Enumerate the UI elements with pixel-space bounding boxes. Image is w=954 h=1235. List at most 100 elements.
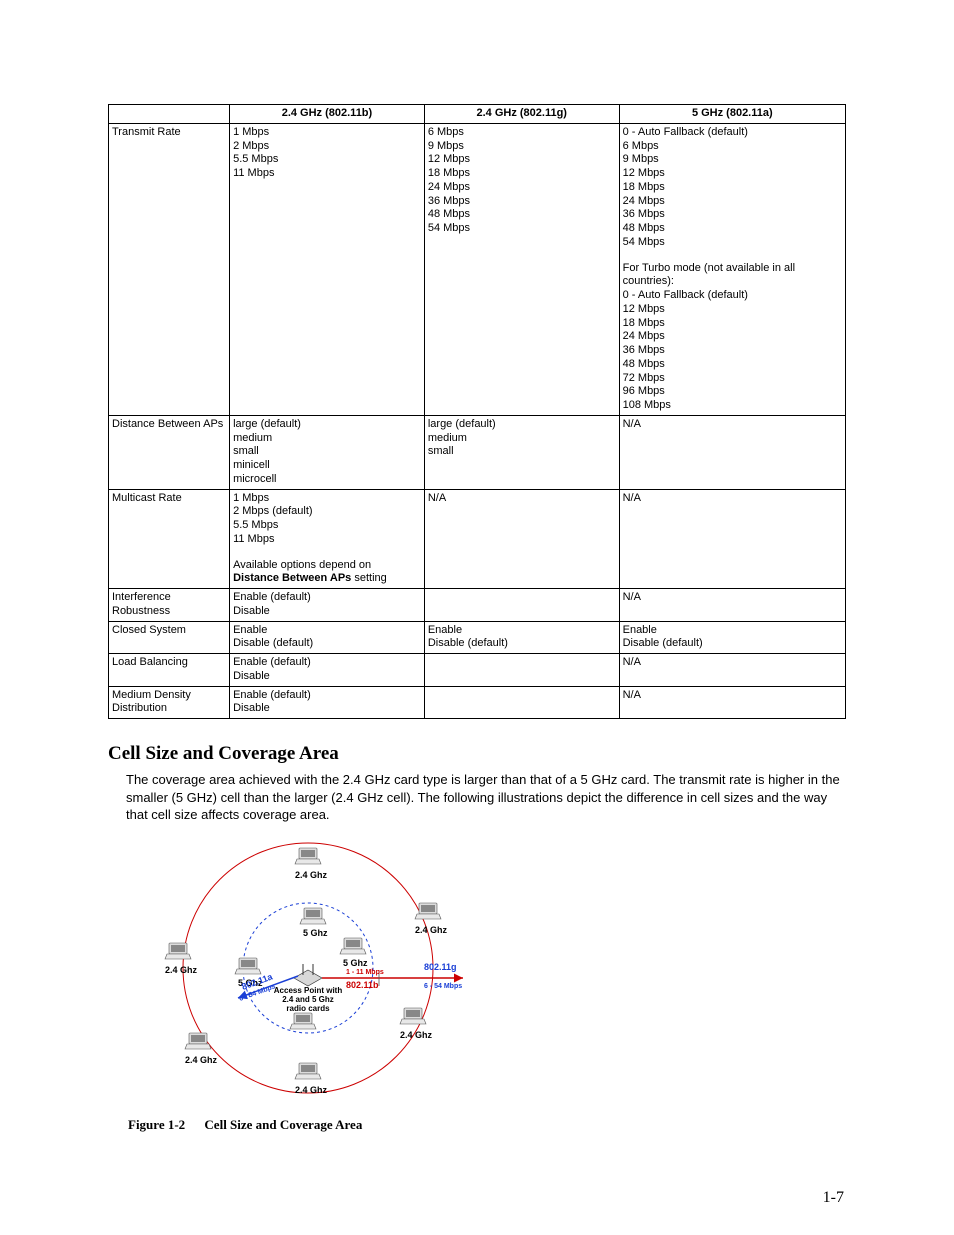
value: Disable bbox=[233, 670, 421, 684]
value: 6 Mbps bbox=[428, 126, 616, 140]
value: 54 Mbps bbox=[428, 222, 616, 236]
cell-11a: 0 - Auto Fallback (default) 6 Mbps 9 Mbp… bbox=[619, 123, 845, 415]
cell-11b: Enable (default) Disable bbox=[230, 589, 425, 622]
label-24ghz: 2.4 Ghz bbox=[295, 1085, 328, 1095]
value: 12 Mbps bbox=[623, 167, 842, 181]
value: 24 Mbps bbox=[428, 181, 616, 195]
value: Enable (default) bbox=[233, 656, 421, 670]
value: 1 Mbps bbox=[233, 126, 421, 140]
value: 48 Mbps bbox=[428, 208, 616, 222]
value: 24 Mbps bbox=[623, 195, 842, 209]
value: minicell bbox=[233, 459, 421, 473]
page-number: 1-7 bbox=[823, 1189, 844, 1207]
value: 48 Mbps bbox=[623, 358, 842, 372]
label-24ghz: 2.4 Ghz bbox=[295, 870, 328, 880]
row-label: Interference Robustness bbox=[109, 589, 230, 622]
value: 36 Mbps bbox=[623, 344, 842, 358]
value: 48 Mbps bbox=[623, 222, 842, 236]
label-802-11g-rate: 6 - 54 Mbps bbox=[424, 983, 462, 990]
table-header-row: 2.4 GHz (802.11b) 2.4 GHz (802.11g) 5 GH… bbox=[109, 105, 846, 124]
col-header-11g: 2.4 GHz (802.11g) bbox=[424, 105, 619, 124]
value: 0 - Auto Fallback (default) bbox=[623, 289, 842, 303]
value: 9 Mbps bbox=[428, 140, 616, 154]
value: 6 Mbps bbox=[623, 140, 842, 154]
label-5ghz: 5 Ghz bbox=[343, 958, 368, 968]
value: 5.5 Mbps bbox=[233, 153, 421, 167]
value: 2 Mbps (default) bbox=[233, 505, 421, 519]
figure-number: Figure 1-2 bbox=[128, 1117, 185, 1132]
cell-11a: N/A bbox=[619, 686, 845, 719]
label-802-11b-rate: 1 - 11 Mbps bbox=[346, 969, 384, 976]
spec-table: 2.4 GHz (802.11b) 2.4 GHz (802.11g) 5 GH… bbox=[108, 104, 846, 719]
figure-title: Cell Size and Coverage Area bbox=[204, 1117, 362, 1132]
value: 24 Mbps bbox=[623, 330, 842, 344]
label-24ghz: 2.4 Ghz bbox=[185, 1055, 218, 1065]
table-row: Multicast Rate 1 Mbps 2 Mbps (default) 5… bbox=[109, 489, 846, 589]
value: 2 Mbps bbox=[233, 140, 421, 154]
col-header-blank bbox=[109, 105, 230, 124]
cell-11g: Enable Disable (default) bbox=[424, 621, 619, 654]
value: microcell bbox=[233, 473, 421, 487]
cell-11g bbox=[424, 589, 619, 622]
value: 18 Mbps bbox=[428, 167, 616, 181]
table-row: Transmit Rate 1 Mbps 2 Mbps 5.5 Mbps 11 … bbox=[109, 123, 846, 415]
table-row: Closed System Enable Disable (default) E… bbox=[109, 621, 846, 654]
cell-11a: Enable Disable (default) bbox=[619, 621, 845, 654]
cell-11g bbox=[424, 686, 619, 719]
label-5ghz: 5 Ghz bbox=[303, 928, 328, 938]
cell-11b: 1 Mbps 2 Mbps 5.5 Mbps 11 Mbps bbox=[230, 123, 425, 415]
cell-11b: Enable (default) Disable bbox=[230, 686, 425, 719]
value: Enable (default) bbox=[233, 591, 421, 605]
table-row: Interference Robustness Enable (default)… bbox=[109, 589, 846, 622]
figure-caption: Figure 1-2 Cell Size and Coverage Area bbox=[128, 1117, 846, 1133]
value: 9 Mbps bbox=[623, 153, 842, 167]
value: 36 Mbps bbox=[428, 195, 616, 209]
note-plain: Available options depend on bbox=[233, 559, 371, 571]
value: Disable (default) bbox=[623, 637, 842, 651]
value: Disable bbox=[233, 702, 421, 716]
cell-11g: 6 Mbps 9 Mbps 12 Mbps 18 Mbps 24 Mbps 36… bbox=[424, 123, 619, 415]
label-802-11g: 802.11g bbox=[424, 962, 457, 972]
body-paragraph: The coverage area achieved with the 2.4 … bbox=[126, 771, 846, 824]
cell-11g bbox=[424, 654, 619, 687]
table-row: Medium Density Distribution Enable (defa… bbox=[109, 686, 846, 719]
table-row: Load Balancing Enable (default) Disable … bbox=[109, 654, 846, 687]
value: 1 Mbps bbox=[233, 492, 421, 506]
value: 11 Mbps bbox=[233, 533, 421, 547]
value: Enable (default) bbox=[233, 689, 421, 703]
figure-cell-coverage: 2.4 Ghz 2.4 Ghz 2.4 Ghz 2.4 Ghz 2.4 Ghz … bbox=[128, 838, 846, 1133]
row-label: Multicast Rate bbox=[109, 489, 230, 589]
section-heading: Cell Size and Coverage Area bbox=[108, 743, 846, 765]
multicast-note: Available options depend on Distance Bet… bbox=[233, 559, 421, 587]
cell-11a: N/A bbox=[619, 415, 845, 489]
label-ap-line2: 2.4 and 5 Ghz bbox=[282, 995, 334, 1004]
cell-11b: 1 Mbps 2 Mbps (default) 5.5 Mbps 11 Mbps… bbox=[230, 489, 425, 589]
col-header-11b: 2.4 GHz (802.11b) bbox=[230, 105, 425, 124]
value: Enable bbox=[233, 624, 421, 638]
col-header-11a: 5 GHz (802.11a) bbox=[619, 105, 845, 124]
value: 72 Mbps bbox=[623, 372, 842, 386]
value: large (default) bbox=[428, 418, 616, 432]
value: 36 Mbps bbox=[623, 208, 842, 222]
value: small bbox=[233, 445, 421, 459]
value: medium bbox=[428, 432, 616, 446]
value: 18 Mbps bbox=[623, 317, 842, 331]
value: 0 - Auto Fallback (default) bbox=[623, 126, 842, 140]
cell-11b: Enable (default) Disable bbox=[230, 654, 425, 687]
value: Disable bbox=[233, 605, 421, 619]
row-label: Distance Between APs bbox=[109, 415, 230, 489]
value: 96 Mbps bbox=[623, 385, 842, 399]
value: 11 Mbps bbox=[233, 167, 421, 181]
label-24ghz: 2.4 Ghz bbox=[400, 1030, 433, 1040]
cell-11g: large (default) medium small bbox=[424, 415, 619, 489]
note-tail: setting bbox=[351, 572, 386, 584]
label-ap-line1: Access Point with bbox=[274, 986, 343, 995]
value: large (default) bbox=[233, 418, 421, 432]
value: Disable (default) bbox=[428, 637, 616, 651]
cell-11b: Enable Disable (default) bbox=[230, 621, 425, 654]
value: 12 Mbps bbox=[428, 153, 616, 167]
value: 5.5 Mbps bbox=[233, 519, 421, 533]
cell-11a: N/A bbox=[619, 489, 845, 589]
value: Enable bbox=[428, 624, 616, 638]
value: Disable (default) bbox=[233, 637, 421, 651]
